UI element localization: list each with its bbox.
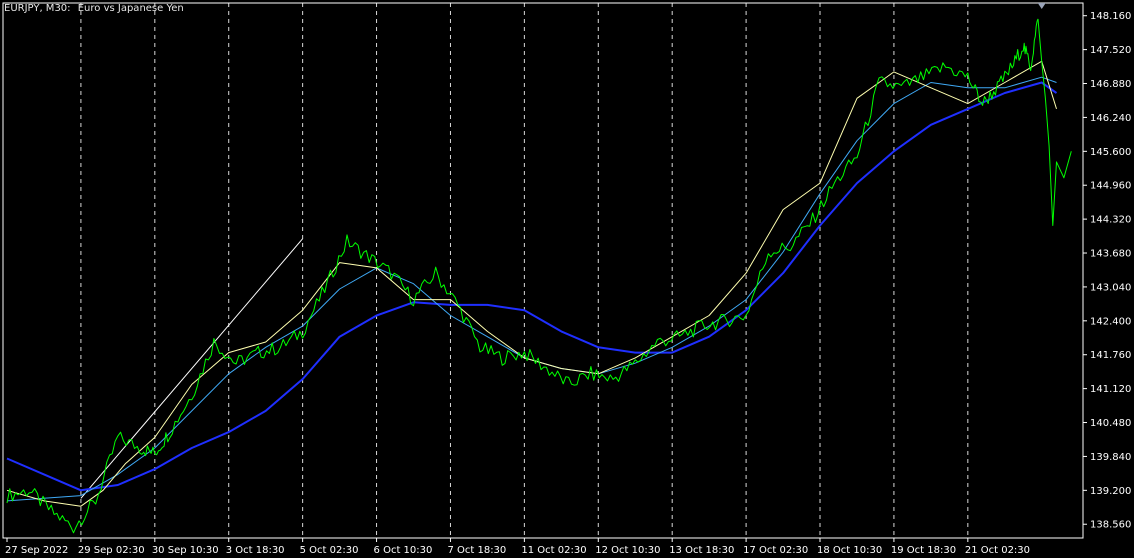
- x-tick-label: 3 Oct 18:30: [226, 545, 285, 556]
- symbol-description: Euro vs Japanese Yen: [77, 3, 184, 14]
- y-tick-label: 143.040: [1090, 282, 1131, 293]
- y-tick-label: 144.320: [1090, 215, 1131, 226]
- price-chart[interactable]: 27 Sep 2022 29 Sep 02:30 30 Sep 10:30 3 Oct…: [0, 0, 1134, 558]
- y-tick-label: 143.680: [1090, 249, 1131, 260]
- series-price: [6, 18, 1039, 534]
- x-tick-label: 11 Oct 02:30: [521, 545, 586, 556]
- x-tick-label: 27 Sep 2022: [5, 545, 68, 556]
- y-tick-label: 146.880: [1090, 79, 1131, 90]
- symbol-label: EURJPY, M30:: [4, 3, 71, 14]
- x-tick-label: 12 Oct 10:30: [595, 545, 660, 556]
- y-tick-label: 145.600: [1090, 147, 1131, 158]
- y-tick-label: 142.400: [1090, 316, 1131, 327]
- series-ma-fast: [6, 60, 1057, 507]
- vertical-grid: [80, 3, 969, 538]
- y-tick-label: 139.840: [1090, 452, 1131, 463]
- x-tick-label: 13 Oct 18:30: [669, 545, 734, 556]
- series-layer: [6, 18, 1072, 534]
- x-tick-label: 5 Oct 02:30: [300, 545, 359, 556]
- y-tick-label: 138.560: [1090, 520, 1131, 531]
- y-tick-label: 141.760: [1090, 350, 1131, 361]
- x-tick-label: 17 Oct 02:30: [743, 545, 808, 556]
- x-tick-label: 18 Oct 10:30: [817, 545, 882, 556]
- x-tick-label: 30 Sep 10:30: [152, 545, 219, 556]
- x-tick-label: 29 Sep 02:30: [78, 545, 145, 556]
- trend-line: [80, 238, 304, 499]
- y-tick-label: 140.480: [1090, 418, 1131, 429]
- y-tick-label: 146.240: [1090, 113, 1131, 124]
- x-tick-label: 19 Oct 18:30: [891, 545, 956, 556]
- chart-window[interactable]: 27 Sep 2022 29 Sep 02:30 30 Sep 10:30 3 Oct…: [0, 0, 1134, 558]
- x-tick-label: 21 Oct 02:30: [965, 545, 1030, 556]
- y-tick-label: 148.160: [1090, 11, 1131, 22]
- x-tick-label: 7 Oct 18:30: [447, 545, 506, 556]
- series-ma-slow: [6, 81, 1058, 492]
- chart-shift-marker: [1037, 3, 1046, 9]
- axis-layer: 27 Sep 2022 29 Sep 02:30 30 Sep 10:30 3 Oct…: [2, 2, 1131, 556]
- y-tick-label: 141.120: [1090, 384, 1131, 395]
- y-tick-label: 147.520: [1090, 45, 1131, 56]
- y-tick-label: 139.200: [1090, 486, 1131, 497]
- series-ma-mid: [6, 76, 1057, 502]
- x-tick-label: 6 Oct 10:30: [374, 545, 433, 556]
- series-price-spike: [1037, 18, 1072, 226]
- chart-header: EURJPY, M30: Euro vs Japanese Yen: [4, 3, 188, 14]
- y-tick-label: 144.960: [1090, 181, 1131, 192]
